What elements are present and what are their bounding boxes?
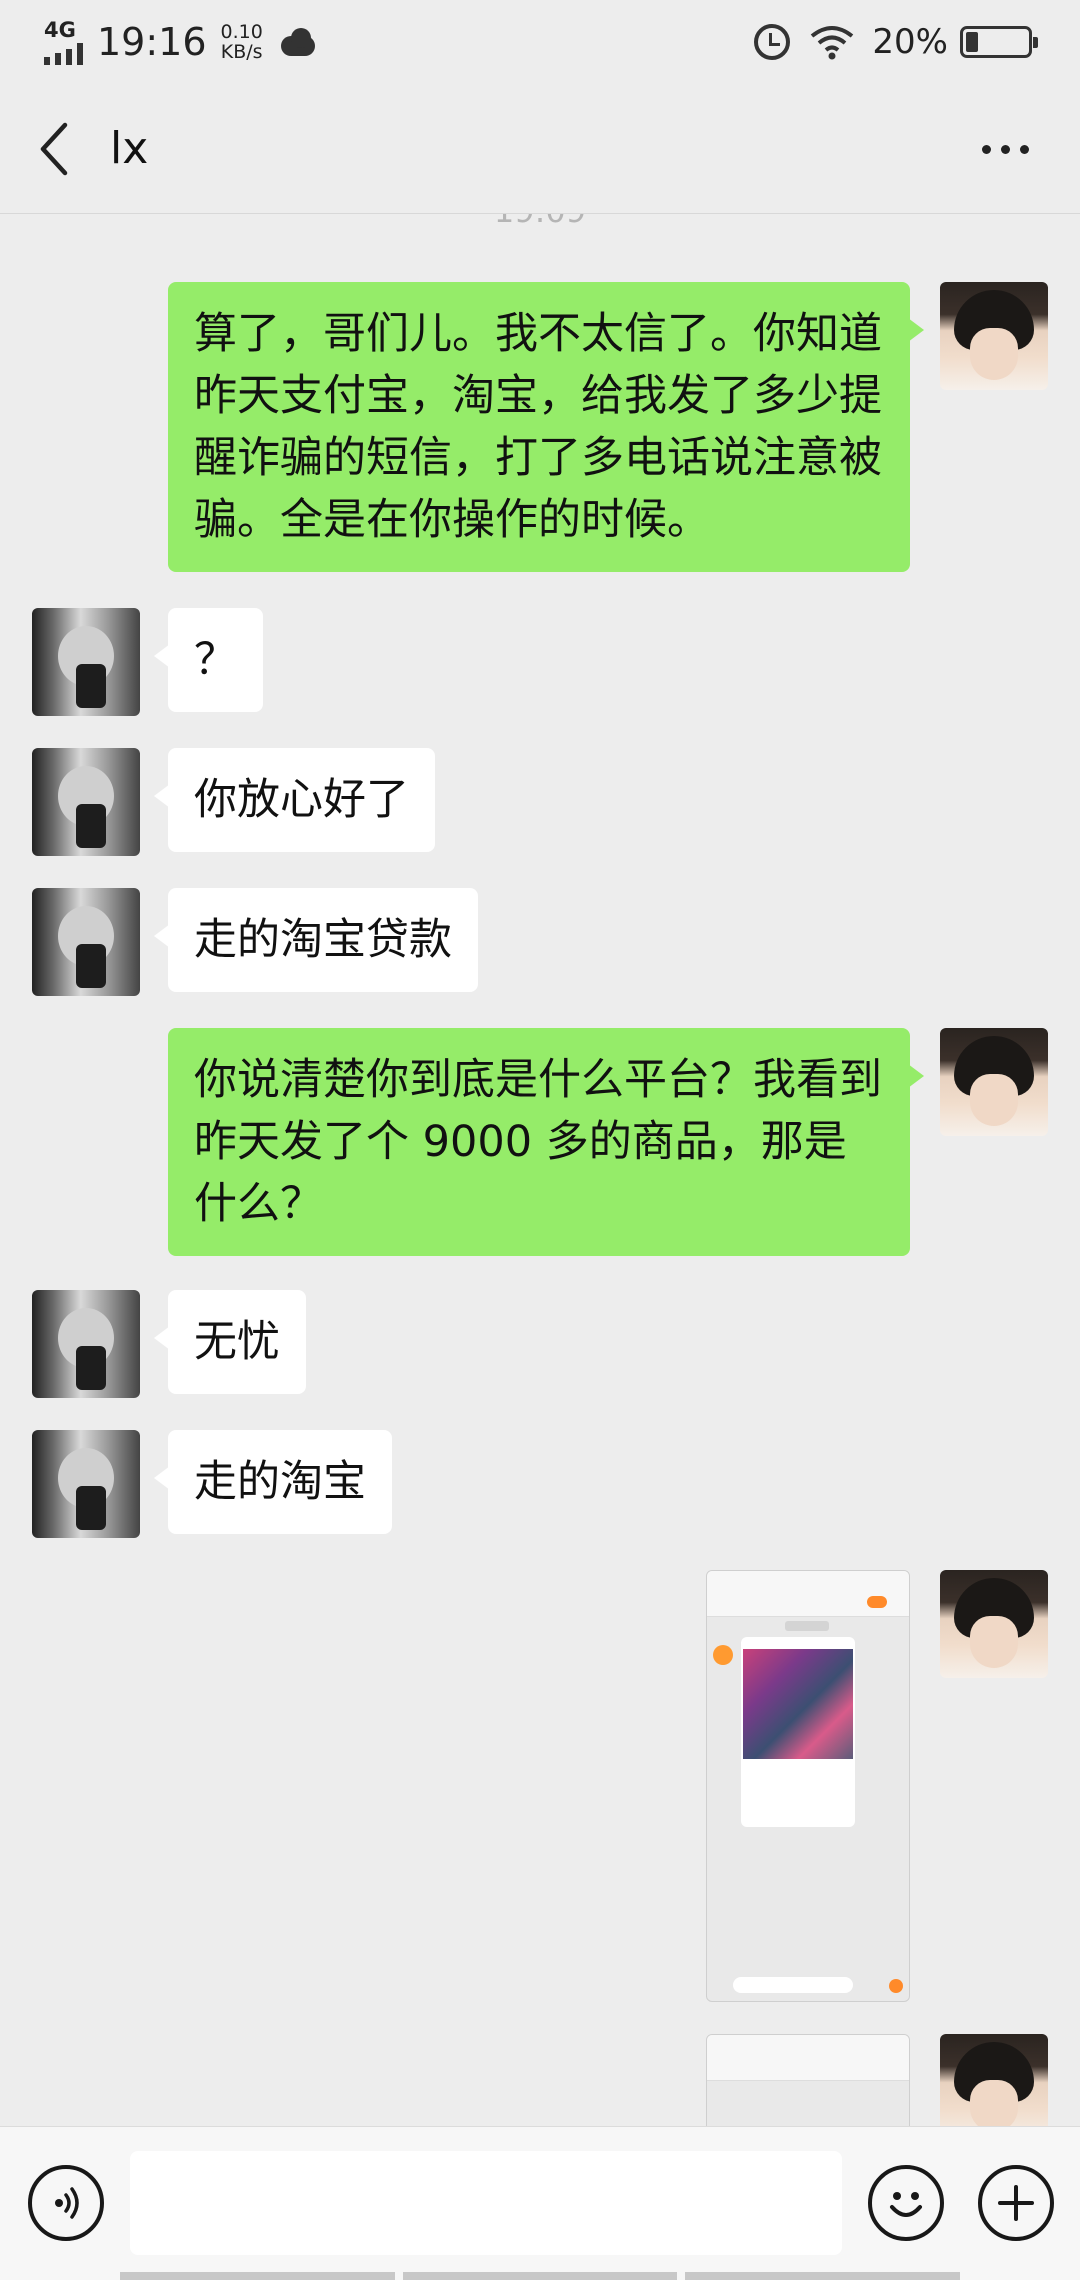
network-speed: 0.10 KB/s: [221, 22, 263, 62]
alarm-icon: [754, 24, 791, 60]
contact-avatar[interactable]: [32, 748, 140, 856]
back-button[interactable]: [0, 84, 110, 214]
message-bubble-received[interactable]: 你放心好了: [154, 748, 435, 852]
network-type: 4G: [44, 18, 76, 42]
more-icon: [981, 144, 991, 154]
home-indicator: [120, 2272, 961, 2280]
emoji-button[interactable]: [868, 2165, 944, 2241]
wifi-icon: [811, 26, 854, 60]
plus-icon: [998, 2185, 1034, 2221]
cloud-icon: [277, 28, 317, 56]
image-message[interactable]: [706, 2034, 910, 2126]
my-avatar[interactable]: [940, 282, 1048, 390]
chat-title: lx: [110, 123, 149, 174]
chat-header: lx: [0, 84, 1080, 214]
input-bar: [0, 2126, 1080, 2280]
contact-avatar[interactable]: [32, 608, 140, 716]
speed-value: 0.10: [220, 21, 263, 43]
battery-level: [966, 32, 978, 52]
contact-avatar[interactable]: [32, 1290, 140, 1398]
speed-unit: KB/s: [220, 41, 263, 63]
voice-icon: [55, 2187, 79, 2219]
battery-percent: 20%: [872, 22, 948, 62]
contact-avatar[interactable]: [32, 1430, 140, 1538]
chat-list[interactable]: 19:09 算了，哥们儿。我不太信了。你知道昨天支付宝，淘宝，给我发了多少提醒诈…: [0, 214, 1080, 2126]
status-bar: 4G 19:16 0.10 KB/s 20%: [0, 0, 1080, 84]
battery-icon: [960, 26, 1038, 58]
status-left: 4G 19:16 0.10 KB/s: [44, 19, 317, 65]
message-bubble-received[interactable]: 走的淘宝贷款: [154, 888, 478, 992]
message-input[interactable]: [130, 2151, 842, 2255]
my-avatar[interactable]: [940, 1028, 1048, 1136]
message-timestamp: 19:09: [0, 214, 1080, 230]
message-bubble-sent[interactable]: 算了，哥们儿。我不太信了。你知道昨天支付宝，淘宝，给我发了多少提醒诈骗的短信，打…: [168, 282, 924, 572]
message-bubble-received[interactable]: ？: [154, 608, 263, 712]
emoji-icon: [890, 2192, 922, 2217]
voice-button[interactable]: [28, 2165, 104, 2241]
contact-avatar[interactable]: [32, 888, 140, 996]
my-avatar[interactable]: [940, 1570, 1048, 1678]
message-bubble-received[interactable]: 无忧: [154, 1290, 306, 1394]
message-bubble-received[interactable]: 走的淘宝: [154, 1430, 392, 1534]
chevron-left-icon: [40, 122, 68, 175]
more-button[interactable]: [960, 114, 1050, 184]
message-bubble-sent[interactable]: 你说清楚你到底是什么平台？我看到昨天发了个 9000 多的商品，那是什么？: [168, 1028, 924, 1256]
network-indicator: 4G: [44, 19, 83, 65]
signal-icon: [44, 43, 83, 65]
status-time: 19:16: [97, 20, 207, 64]
status-right: 20%: [754, 22, 1038, 62]
my-avatar[interactable]: [940, 2034, 1048, 2126]
plus-button[interactable]: [978, 2165, 1054, 2241]
image-message[interactable]: [706, 1570, 910, 2002]
